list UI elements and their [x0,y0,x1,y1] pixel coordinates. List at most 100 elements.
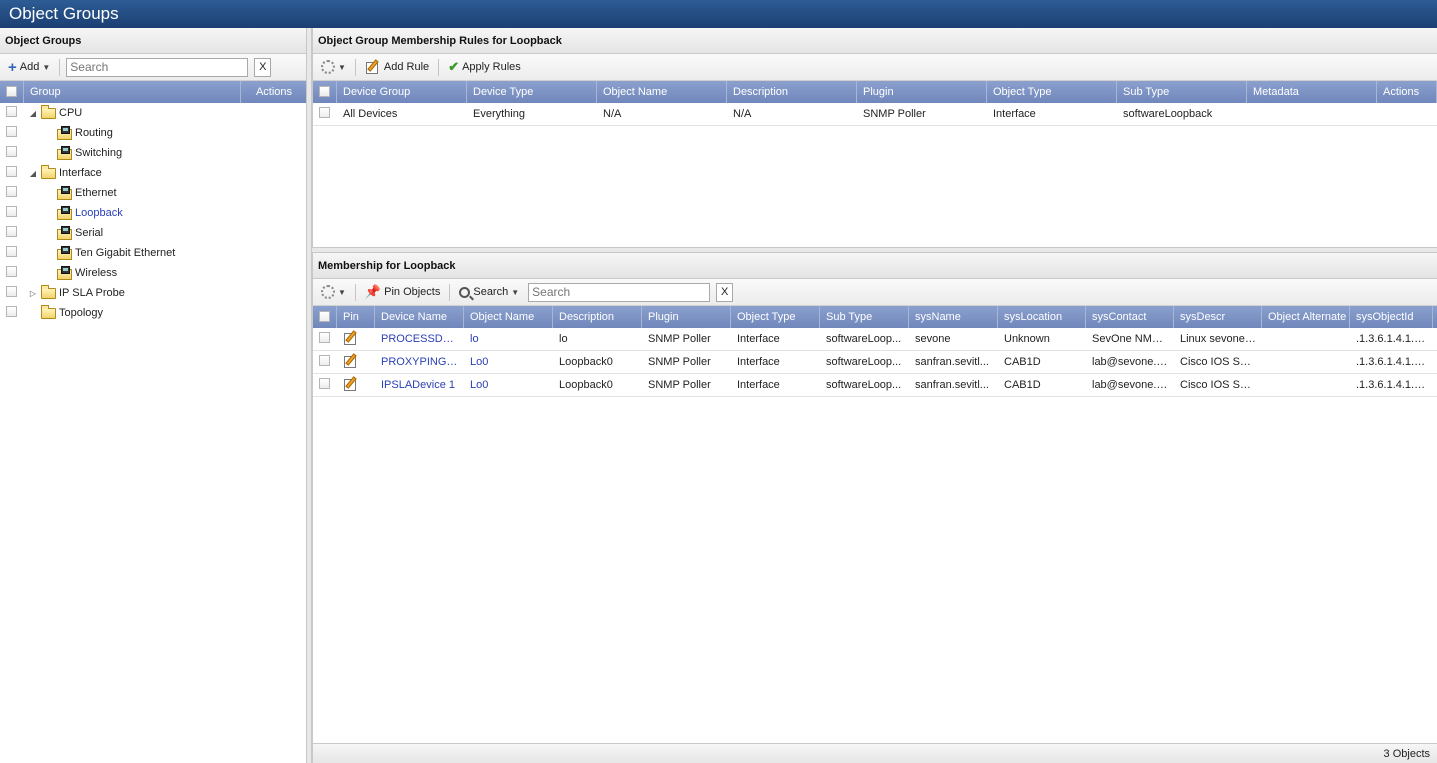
table-cell[interactable]: Lo0 [464,379,553,391]
rules-grid-body: All Devices Everything N/A N/A SNMP Poller In… [313,103,1437,126]
table-cell[interactable]: lo [464,333,553,345]
select-all-checkbox[interactable] [6,86,17,97]
tree-item-label[interactable]: Ethernet [75,187,117,199]
tree-row[interactable]: Switching [0,143,306,163]
table-cell: Loopback0 [559,356,613,368]
column-header[interactable]: Sub Type [1117,81,1247,103]
add-rule-button[interactable]: Add Rule [362,59,432,75]
row-checkbox[interactable] [6,106,17,117]
column-header[interactable]: Object Name [464,306,553,328]
column-header[interactable]: Metadata [1247,81,1377,103]
table-cell[interactable]: PROCESSDevi... [375,333,464,345]
table-row[interactable]: IPSLADevice 1 Lo0 Loopback0 SNMP Poller Inte… [313,374,1437,397]
table-cell: SevOne NMS ... [1092,333,1172,345]
tree-item-label[interactable]: Loopback [75,207,123,219]
select-all-checkbox[interactable] [319,311,330,322]
row-checkbox[interactable] [319,378,330,389]
tree-item-label[interactable]: Ten Gigabit Ethernet [75,247,175,259]
tree-item-label[interactable]: Topology [59,307,103,319]
column-header[interactable]: Description [727,81,857,103]
search-menu-button[interactable]: Search ▼ [456,286,522,298]
table-row[interactable]: All Devices Everything N/A N/A SNMP Poller In… [313,103,1437,126]
tree-item-label[interactable]: Wireless [75,267,117,279]
column-header[interactable]: Description [553,306,642,328]
tree-row[interactable]: ◢ CPU [0,103,306,123]
add-group-button[interactable]: + Add ▼ [5,60,53,75]
tree-item-label[interactable]: IP SLA Probe [59,287,125,299]
group-search-input[interactable] [66,57,249,77]
edit-pencil-icon[interactable] [343,352,359,369]
column-header[interactable]: Sub Type [820,306,909,328]
expand-toggle-icon[interactable]: ▷ [28,289,38,298]
tree-row[interactable]: Topology [0,303,306,323]
clear-membership-search-button[interactable]: X [716,282,734,302]
table-cell: .1.3.6.1.4.1.8... [1356,333,1430,345]
collapse-toggle-icon[interactable]: ◢ [28,109,38,118]
tree-row[interactable]: Routing [0,123,306,143]
tree-row[interactable]: Wireless [0,263,306,283]
column-header[interactable]: Pin [337,306,375,328]
column-header[interactable]: Device Name [375,306,464,328]
tree-row[interactable]: Ten Gigabit Ethernet [0,243,306,263]
row-checkbox[interactable] [6,226,17,237]
column-header[interactable]: Object Alternate [1262,306,1350,328]
table-cell[interactable]: Lo0 [464,356,553,368]
apply-rules-button[interactable]: ✔ Apply Rules [445,59,524,75]
tree-item-label[interactable]: Switching [75,147,122,159]
column-header[interactable]: sysLocation [998,306,1086,328]
membership-settings-button[interactable]: ▼ [318,285,349,299]
edit-pencil-icon[interactable] [343,375,359,392]
clear-search-button[interactable]: X [254,57,272,77]
row-checkbox[interactable] [6,166,17,177]
pin-objects-button[interactable]: 📌 Pin Objects [362,284,443,300]
row-checkbox[interactable] [6,246,17,257]
tree-row[interactable]: Serial [0,223,306,243]
row-checkbox[interactable] [6,146,17,157]
pin-edit-cell[interactable] [337,329,375,349]
row-checkbox[interactable] [319,107,330,118]
tree-item-label[interactable]: CPU [59,107,82,119]
group-column-header[interactable]: Group [24,81,241,103]
row-checkbox[interactable] [6,266,17,277]
row-checkbox[interactable] [6,306,17,317]
column-header[interactable]: Object Type [731,306,820,328]
tree-item-label[interactable]: Routing [75,127,113,139]
table-cell[interactable]: IPSLADevice 1 [375,379,464,391]
column-header[interactable]: sysContact [1086,306,1174,328]
table-row[interactable]: PROCESSDevi... lo lo SNMP Poller Interface so… [313,328,1437,351]
row-checkbox[interactable] [6,286,17,297]
column-header[interactable]: sysDescr [1174,306,1262,328]
tree-row[interactable]: ▷ IP SLA Probe [0,283,306,303]
column-header[interactable]: Device Group [337,81,467,103]
tree-item-label[interactable]: Interface [59,167,102,179]
rules-settings-button[interactable]: ▼ [318,60,349,74]
row-checkbox[interactable] [6,186,17,197]
column-header[interactable]: Plugin [642,306,731,328]
column-header[interactable]: Plugin [857,81,987,103]
edit-pencil-icon[interactable] [343,329,359,346]
tree-row[interactable]: Loopback [0,203,306,223]
column-header[interactable]: Actions [1377,81,1437,103]
select-all-checkbox[interactable] [319,86,330,97]
pin-edit-cell[interactable] [337,352,375,372]
row-checkbox[interactable] [6,126,17,137]
add-rule-label: Add Rule [383,61,430,73]
table-row[interactable]: PROXYPINGD... Lo0 Loopback0 SNMP Poller Inte… [313,351,1437,374]
object-group-icon [57,206,72,220]
column-header[interactable]: Device Type [467,81,597,103]
tree-item-label[interactable]: Serial [75,227,103,239]
column-header[interactable]: Object Type [987,81,1117,103]
tree-row[interactable]: Ethernet [0,183,306,203]
row-checkbox[interactable] [319,332,330,343]
row-checkbox[interactable] [319,355,330,366]
table-cell[interactable]: PROXYPINGD... [375,356,464,368]
membership-search-input[interactable] [528,282,711,302]
column-header[interactable]: Object Name [597,81,727,103]
column-header[interactable]: sysObjectId [1350,306,1433,328]
tree-row[interactable]: ◢ Interface [0,163,306,183]
column-header[interactable]: sysName [909,306,998,328]
row-checkbox[interactable] [6,206,17,217]
pin-edit-cell[interactable] [337,375,375,395]
collapse-toggle-icon[interactable]: ◢ [28,169,38,178]
object-groups-panel: Object Groups + Add ▼ X Group Actions ◢ C… [0,28,307,763]
